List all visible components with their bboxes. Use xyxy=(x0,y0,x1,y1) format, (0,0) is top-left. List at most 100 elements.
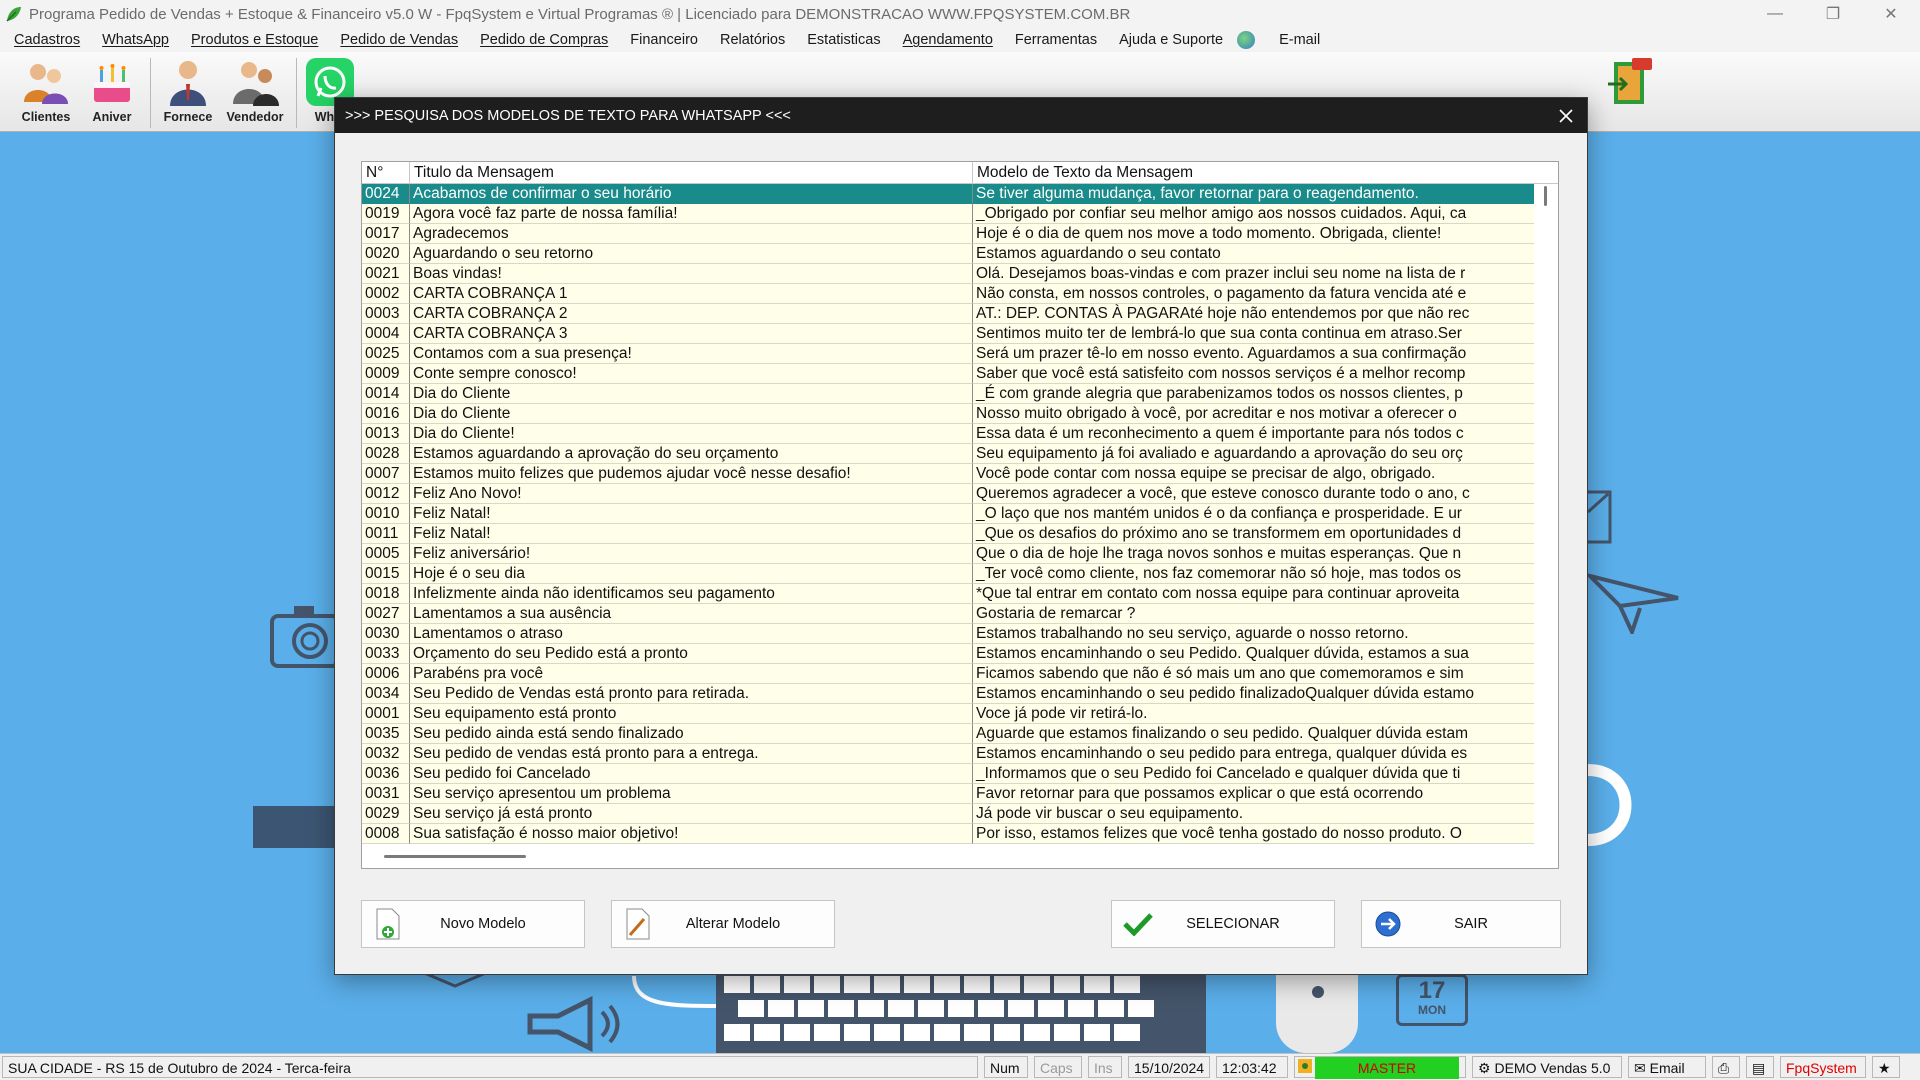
menu-bar: Cadastros WhatsApp Produtos e Estoque Pe… xyxy=(0,28,1920,52)
cell-texto: _Ter você como cliente, nos faz comemora… xyxy=(973,564,1534,584)
templates-grid[interactable]: N° Titulo da Mensagem Modelo de Texto da… xyxy=(361,161,1559,869)
cell-texto: Estamos aguardando o seu contato xyxy=(973,244,1534,264)
cell-titulo: Agora você faz parte de nossa família! xyxy=(410,204,973,224)
column-header-titulo[interactable]: Titulo da Mensagem xyxy=(410,162,973,184)
status-tray-icon[interactable]: ★ xyxy=(1872,1056,1900,1078)
status-user-panel: MASTER xyxy=(1294,1056,1466,1079)
table-row[interactable]: 0009 Conte sempre conosco! Saber que você … xyxy=(362,364,1534,384)
cell-texto: *Que tal entrar em contato com nossa equ… xyxy=(973,584,1534,604)
toolbar-clientes-button[interactable]: Clientes xyxy=(14,56,78,130)
cell-numero: 0035 xyxy=(362,724,410,744)
table-row[interactable]: 0004 CARTA COBRANÇA 3 Sentimos muito ter d… xyxy=(362,324,1534,344)
table-row[interactable]: 0036 Seu pedido foi Cancelado _Informamos … xyxy=(362,764,1534,784)
menu-whatsapp[interactable]: WhatsApp xyxy=(94,32,177,48)
table-row[interactable]: 0033 Orçamento do seu Pedido está a pront… xyxy=(362,644,1534,664)
table-row[interactable]: 0035 Seu pedido ainda está sendo finaliza… xyxy=(362,724,1534,744)
menu-produtos-estoque[interactable]: Produtos e Estoque xyxy=(183,32,326,48)
selecionar-button[interactable]: SELECIONAR xyxy=(1111,900,1335,948)
table-row[interactable]: 0025 Contamos com a sua presença! Será um … xyxy=(362,344,1534,364)
alterar-modelo-button[interactable]: Alterar Modelo xyxy=(611,900,835,948)
table-row[interactable]: 0032 Seu pedido de vendas está pronto par… xyxy=(362,744,1534,764)
cell-numero: 0031 xyxy=(362,784,410,804)
cell-texto: Se tiver alguma mudança, favor retornar … xyxy=(973,184,1534,204)
menu-ajuda-suporte[interactable]: Ajuda e Suporte xyxy=(1111,32,1231,48)
minimize-button[interactable]: — xyxy=(1746,0,1804,28)
desktop-decor-block xyxy=(253,806,335,848)
status-num: Num xyxy=(984,1056,1028,1078)
grid-rows: 0024 Acabamos de confirmar o seu horário S… xyxy=(362,184,1534,844)
table-row[interactable]: 0006 Parabéns pra você Ficamos sabendo que… xyxy=(362,664,1534,684)
column-header-texto[interactable]: Modelo de Texto da Mensagem xyxy=(973,162,1558,184)
cell-texto: Aguarde que estamos finalizando o seu pe… xyxy=(973,724,1534,744)
table-row[interactable]: 0030 Lamentamos o atraso Estamos trabalhan… xyxy=(362,624,1534,644)
globe-icon[interactable] xyxy=(1237,31,1256,49)
column-header-numero[interactable]: N° xyxy=(362,162,410,184)
table-row[interactable]: 0028 Estamos aguardando a aprovação do se… xyxy=(362,444,1534,464)
table-row[interactable]: 0027 Lamentamos a sua ausência Gostaria de… xyxy=(362,604,1534,624)
menu-financeiro[interactable]: Financeiro xyxy=(622,32,706,48)
menu-email[interactable]: E-mail xyxy=(1271,32,1328,48)
cell-numero: 0024 xyxy=(362,184,410,204)
cell-numero: 0007 xyxy=(362,464,410,484)
menu-cadastros[interactable]: Cadastros xyxy=(6,32,88,48)
vertical-scrollbar[interactable] xyxy=(1534,184,1558,846)
table-row[interactable]: 0014 Dia do Cliente _É com grande alegria … xyxy=(362,384,1534,404)
menu-pedido-compras[interactable]: Pedido de Compras xyxy=(472,32,616,48)
sair-button[interactable]: SAIR xyxy=(1361,900,1561,948)
cell-texto: Seu equipamento já foi avaliado e aguard… xyxy=(973,444,1534,464)
table-row[interactable]: 0024 Acabamos de confirmar o seu horário S… xyxy=(362,184,1534,204)
table-row[interactable]: 0010 Feliz Natal! _O laço que nos mantém u… xyxy=(362,504,1534,524)
novo-modelo-button[interactable]: Novo Modelo xyxy=(361,900,585,948)
status-email-button[interactable]: ✉ Email xyxy=(1628,1056,1706,1078)
cell-numero: 0034 xyxy=(362,684,410,704)
vertical-scroll-thumb[interactable] xyxy=(1544,186,1547,206)
table-row[interactable]: 0021 Boas vindas! Olá. Desejamos boas-vind… xyxy=(362,264,1534,284)
cell-numero: 0004 xyxy=(362,324,410,344)
menu-relatorios[interactable]: Relatórios xyxy=(712,32,793,48)
table-row[interactable]: 0007 Estamos muito felizes que pudemos aj… xyxy=(362,464,1534,484)
dialog-close-icon[interactable] xyxy=(1555,105,1577,127)
toolbar-exit-button[interactable] xyxy=(1600,56,1660,130)
window-titlebar: Programa Pedido de Vendas + Estoque & Fi… xyxy=(0,0,1920,28)
status-monitor-icon[interactable]: ▤ xyxy=(1746,1056,1774,1078)
status-print-icon[interactable]: ⎙ xyxy=(1712,1056,1740,1078)
table-row[interactable]: 0016 Dia do Cliente Nosso muito obrigado à… xyxy=(362,404,1534,424)
table-row[interactable]: 0018 Infelizmente ainda não identificamos… xyxy=(362,584,1534,604)
cell-numero: 0027 xyxy=(362,604,410,624)
table-row[interactable]: 0012 Feliz Ano Novo! Queremos agradecer a … xyxy=(362,484,1534,504)
table-row[interactable]: 0020 Aguardando o seu retorno Estamos agua… xyxy=(362,244,1534,264)
toolbar-fornece-button[interactable]: Fornece xyxy=(158,56,218,130)
menu-ferramentas[interactable]: Ferramentas xyxy=(1007,32,1105,48)
status-version: DEMO Vendas 5.0 xyxy=(1494,1060,1611,1076)
calendar-day: 17 xyxy=(1418,977,1446,1004)
table-row[interactable]: 0005 Feliz aniversário! Que o dia de hoje … xyxy=(362,544,1534,564)
table-row[interactable]: 0015 Hoje é o seu dia _Ter você como clien… xyxy=(362,564,1534,584)
table-row[interactable]: 0019 Agora você faz parte de nossa famíli… xyxy=(362,204,1534,224)
horizontal-scrollbar[interactable] xyxy=(362,844,1534,868)
cell-titulo: Acabamos de confirmar o seu horário xyxy=(410,184,973,204)
table-row[interactable]: 0001 Seu equipamento está pronto Voce já p… xyxy=(362,704,1534,724)
table-row[interactable]: 0029 Seu serviço já está pronto Já pode vi… xyxy=(362,804,1534,824)
table-row[interactable]: 0031 Seu serviço apresentou um problema Fa… xyxy=(362,784,1534,804)
table-row[interactable]: 0003 CARTA COBRANÇA 2 AT.: DEP. CONTAS À P… xyxy=(362,304,1534,324)
close-window-button[interactable]: ✕ xyxy=(1862,0,1920,28)
table-row[interactable]: 0034 Seu Pedido de Vendas está pronto par… xyxy=(362,684,1534,704)
menu-estatisticas[interactable]: Estatisticas xyxy=(799,32,888,48)
alterar-modelo-label: Alterar Modelo xyxy=(685,916,781,932)
menu-pedido-vendas[interactable]: Pedido de Vendas xyxy=(332,32,466,48)
menu-agendamento[interactable]: Agendamento xyxy=(895,32,1001,48)
table-row[interactable]: 0002 CARTA COBRANÇA 1 Não consta, em nosso… xyxy=(362,284,1534,304)
table-row[interactable]: 0017 Agradecemos Hoje é o dia de quem nos … xyxy=(362,224,1534,244)
cell-titulo: Feliz aniversário! xyxy=(410,544,973,564)
table-row[interactable]: 0008 Sua satisfação é nosso maior objetiv… xyxy=(362,824,1534,844)
restore-button[interactable]: ❐ xyxy=(1804,0,1862,28)
toolbar-separator xyxy=(150,58,151,128)
horizontal-scroll-thumb[interactable] xyxy=(384,855,526,858)
toolbar-aniver-button[interactable]: Aniver xyxy=(82,56,142,130)
cell-texto: Estamos encaminhando o seu pedido para e… xyxy=(973,744,1534,764)
table-row[interactable]: 0011 Feliz Natal! _Que os desafios do próx… xyxy=(362,524,1534,544)
table-row[interactable]: 0013 Dia do Cliente! Essa data é um reconh… xyxy=(362,424,1534,444)
whatsapp-templates-dialog: >>> PESQUISA DOS MODELOS DE TEXTO PARA W… xyxy=(334,97,1588,975)
calendar-icon: 17 MON xyxy=(1396,974,1468,1026)
toolbar-vendedor-button[interactable]: Vendedor xyxy=(222,56,288,130)
